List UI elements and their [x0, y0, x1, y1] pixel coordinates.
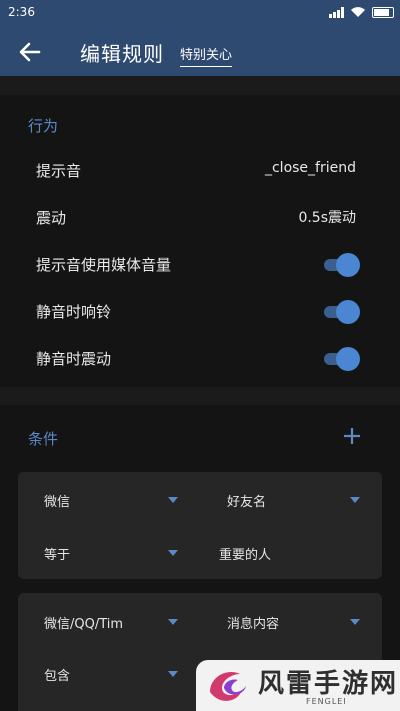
condition-value-field[interactable]: 重要的人 [219, 544, 271, 563]
field-dropdown-icon[interactable] [350, 619, 360, 625]
field-dropdown-icon[interactable] [350, 497, 360, 503]
behavior-section: 行为 提示音 _close_friend 震动 0.5s震动 提示音使用媒体音量… [0, 95, 400, 387]
vibrate-when-silent-row: 静音时震动 [0, 336, 400, 382]
vibrate-when-silent-label: 静音时震动 [36, 350, 112, 368]
watermark: 风雷手游网 FENGLEI [196, 660, 400, 711]
ring-when-silent-label: 静音时响铃 [36, 303, 112, 321]
media-volume-toggle[interactable] [324, 253, 360, 277]
conditions-header: 条件 [28, 430, 59, 448]
ringtone-value: _close_friend [264, 160, 356, 176]
media-volume-label: 提示音使用媒体音量 [36, 256, 172, 274]
status-bar: 2:36 [0, 0, 400, 26]
status-icons [329, 6, 394, 18]
condition-card: 微信 好友名 等于 重要的人 [18, 472, 382, 579]
operator-dropdown-icon[interactable] [168, 671, 178, 677]
ringtone-row[interactable]: 提示音 _close_friend [0, 148, 400, 194]
field-select[interactable]: 消息内容 [227, 613, 279, 632]
rule-name-field[interactable]: 特别关心 [180, 44, 233, 67]
behavior-header: 行为 [28, 117, 59, 135]
operator-dropdown-icon[interactable] [168, 550, 178, 556]
app-dropdown-icon[interactable] [168, 619, 178, 625]
vibration-row[interactable]: 震动 0.5s震动 [0, 195, 400, 241]
status-time: 2:36 [8, 5, 35, 19]
fenglei-logo-icon [210, 672, 246, 701]
field-select[interactable]: 好友名 [227, 491, 266, 510]
app-bar: 编辑规则 特别关心 [0, 26, 400, 76]
app-dropdown-icon[interactable] [168, 497, 178, 503]
battery-icon [372, 6, 394, 18]
watermark-name: 风雷手游网 [258, 669, 399, 699]
app-select[interactable]: 微信/QQ/Tim [44, 613, 123, 632]
operator-select[interactable]: 包含 [44, 665, 70, 684]
vibration-value: 0.5s震动 [298, 210, 356, 226]
ringtone-label: 提示音 [36, 162, 82, 180]
signal-icon [329, 6, 344, 18]
media-volume-row: 提示音使用媒体音量 [0, 242, 400, 288]
page-title: 编辑规则 [80, 42, 164, 66]
watermark-latin: FENGLEI [306, 697, 347, 706]
ring-when-silent-toggle[interactable] [324, 300, 360, 324]
operator-select[interactable]: 等于 [44, 544, 70, 563]
vibrate-when-silent-toggle[interactable] [324, 347, 360, 371]
back-arrow-icon[interactable] [16, 38, 44, 66]
app-select[interactable]: 微信 [44, 491, 70, 510]
add-condition-icon[interactable] [342, 426, 362, 446]
vibration-label: 震动 [36, 209, 67, 227]
ring-when-silent-row: 静音时响铃 [0, 289, 400, 335]
wifi-icon [351, 7, 365, 17]
